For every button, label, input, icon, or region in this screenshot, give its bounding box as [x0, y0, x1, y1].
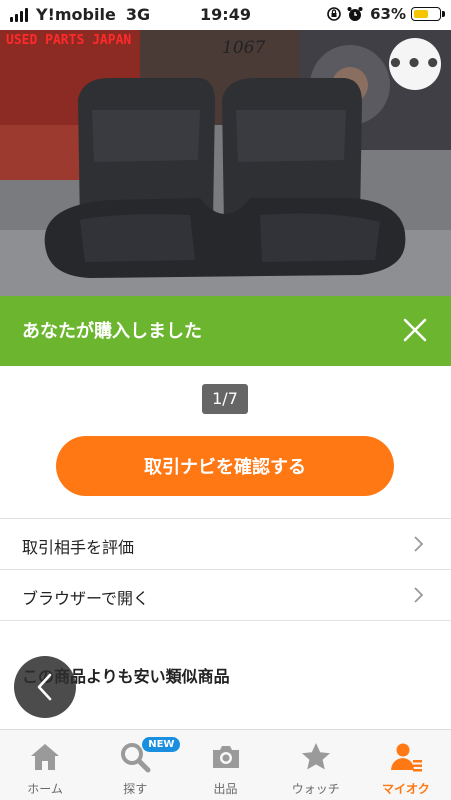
back-button[interactable] — [14, 656, 76, 718]
bottom-tab-bar: ホーム NEW 探す 出品 ウォッチ マイオク — [0, 729, 451, 800]
chevron-right-icon — [414, 587, 424, 603]
tab-label: 探す — [123, 782, 148, 796]
tab-label: ホーム — [27, 782, 63, 796]
menu-item-open-browser[interactable]: ブラウザーで開く — [0, 570, 451, 621]
new-badge: NEW — [142, 737, 181, 752]
action-list: 取引相手を評価 ブラウザーで開く — [0, 518, 451, 621]
ellipsis-icon: ••• — [387, 49, 443, 79]
product-photo[interactable]: USED PARTS JAPAN 1067 — [0, 30, 451, 296]
battery-percent: 63% — [370, 5, 406, 23]
tab-label: ウォッチ — [291, 782, 340, 796]
view-transaction-navi-button[interactable]: 取引ナビを確認する — [56, 436, 394, 496]
more-options-button[interactable]: ••• — [387, 38, 443, 90]
profile-icon — [390, 743, 422, 772]
close-icon[interactable] — [393, 308, 437, 352]
image-page-indicator: 1/7 — [202, 384, 248, 414]
menu-item-rate-partner[interactable]: 取引相手を評価 — [0, 519, 451, 570]
menu-item-label: ブラウザーで開く — [22, 589, 150, 608]
tab-sell[interactable]: 出品 — [180, 730, 270, 800]
home-icon — [31, 744, 60, 770]
tab-watch[interactable]: ウォッチ — [271, 730, 361, 800]
chevron-right-icon — [414, 536, 424, 552]
menu-item-label: 取引相手を評価 — [22, 538, 135, 557]
star-icon — [301, 743, 330, 770]
car-seat-image — [0, 30, 451, 296]
tab-search[interactable]: NEW 探す — [90, 730, 181, 800]
status-bar: Y!mobile 3G 19:49 63% — [0, 0, 451, 30]
tab-label: 出品 — [213, 782, 238, 796]
tab-my-auction[interactable]: マイオク — [361, 730, 451, 800]
watermark-used-parts: USED PARTS JAPAN — [6, 33, 132, 48]
camera-icon — [212, 746, 239, 768]
purchase-banner: あなたが購入しました — [0, 296, 451, 366]
handwritten-number: 1067 — [222, 38, 266, 58]
chevron-left-icon — [37, 673, 52, 701]
rotation-lock-icon — [327, 7, 341, 21]
alarm-icon — [347, 7, 363, 21]
tab-label: マイオク — [382, 782, 430, 796]
tab-home[interactable]: ホーム — [0, 730, 90, 800]
banner-message: あなたが購入しました — [22, 321, 202, 342]
status-right: 63% — [326, 5, 445, 23]
battery-level — [414, 10, 429, 18]
battery-icon — [411, 7, 445, 21]
